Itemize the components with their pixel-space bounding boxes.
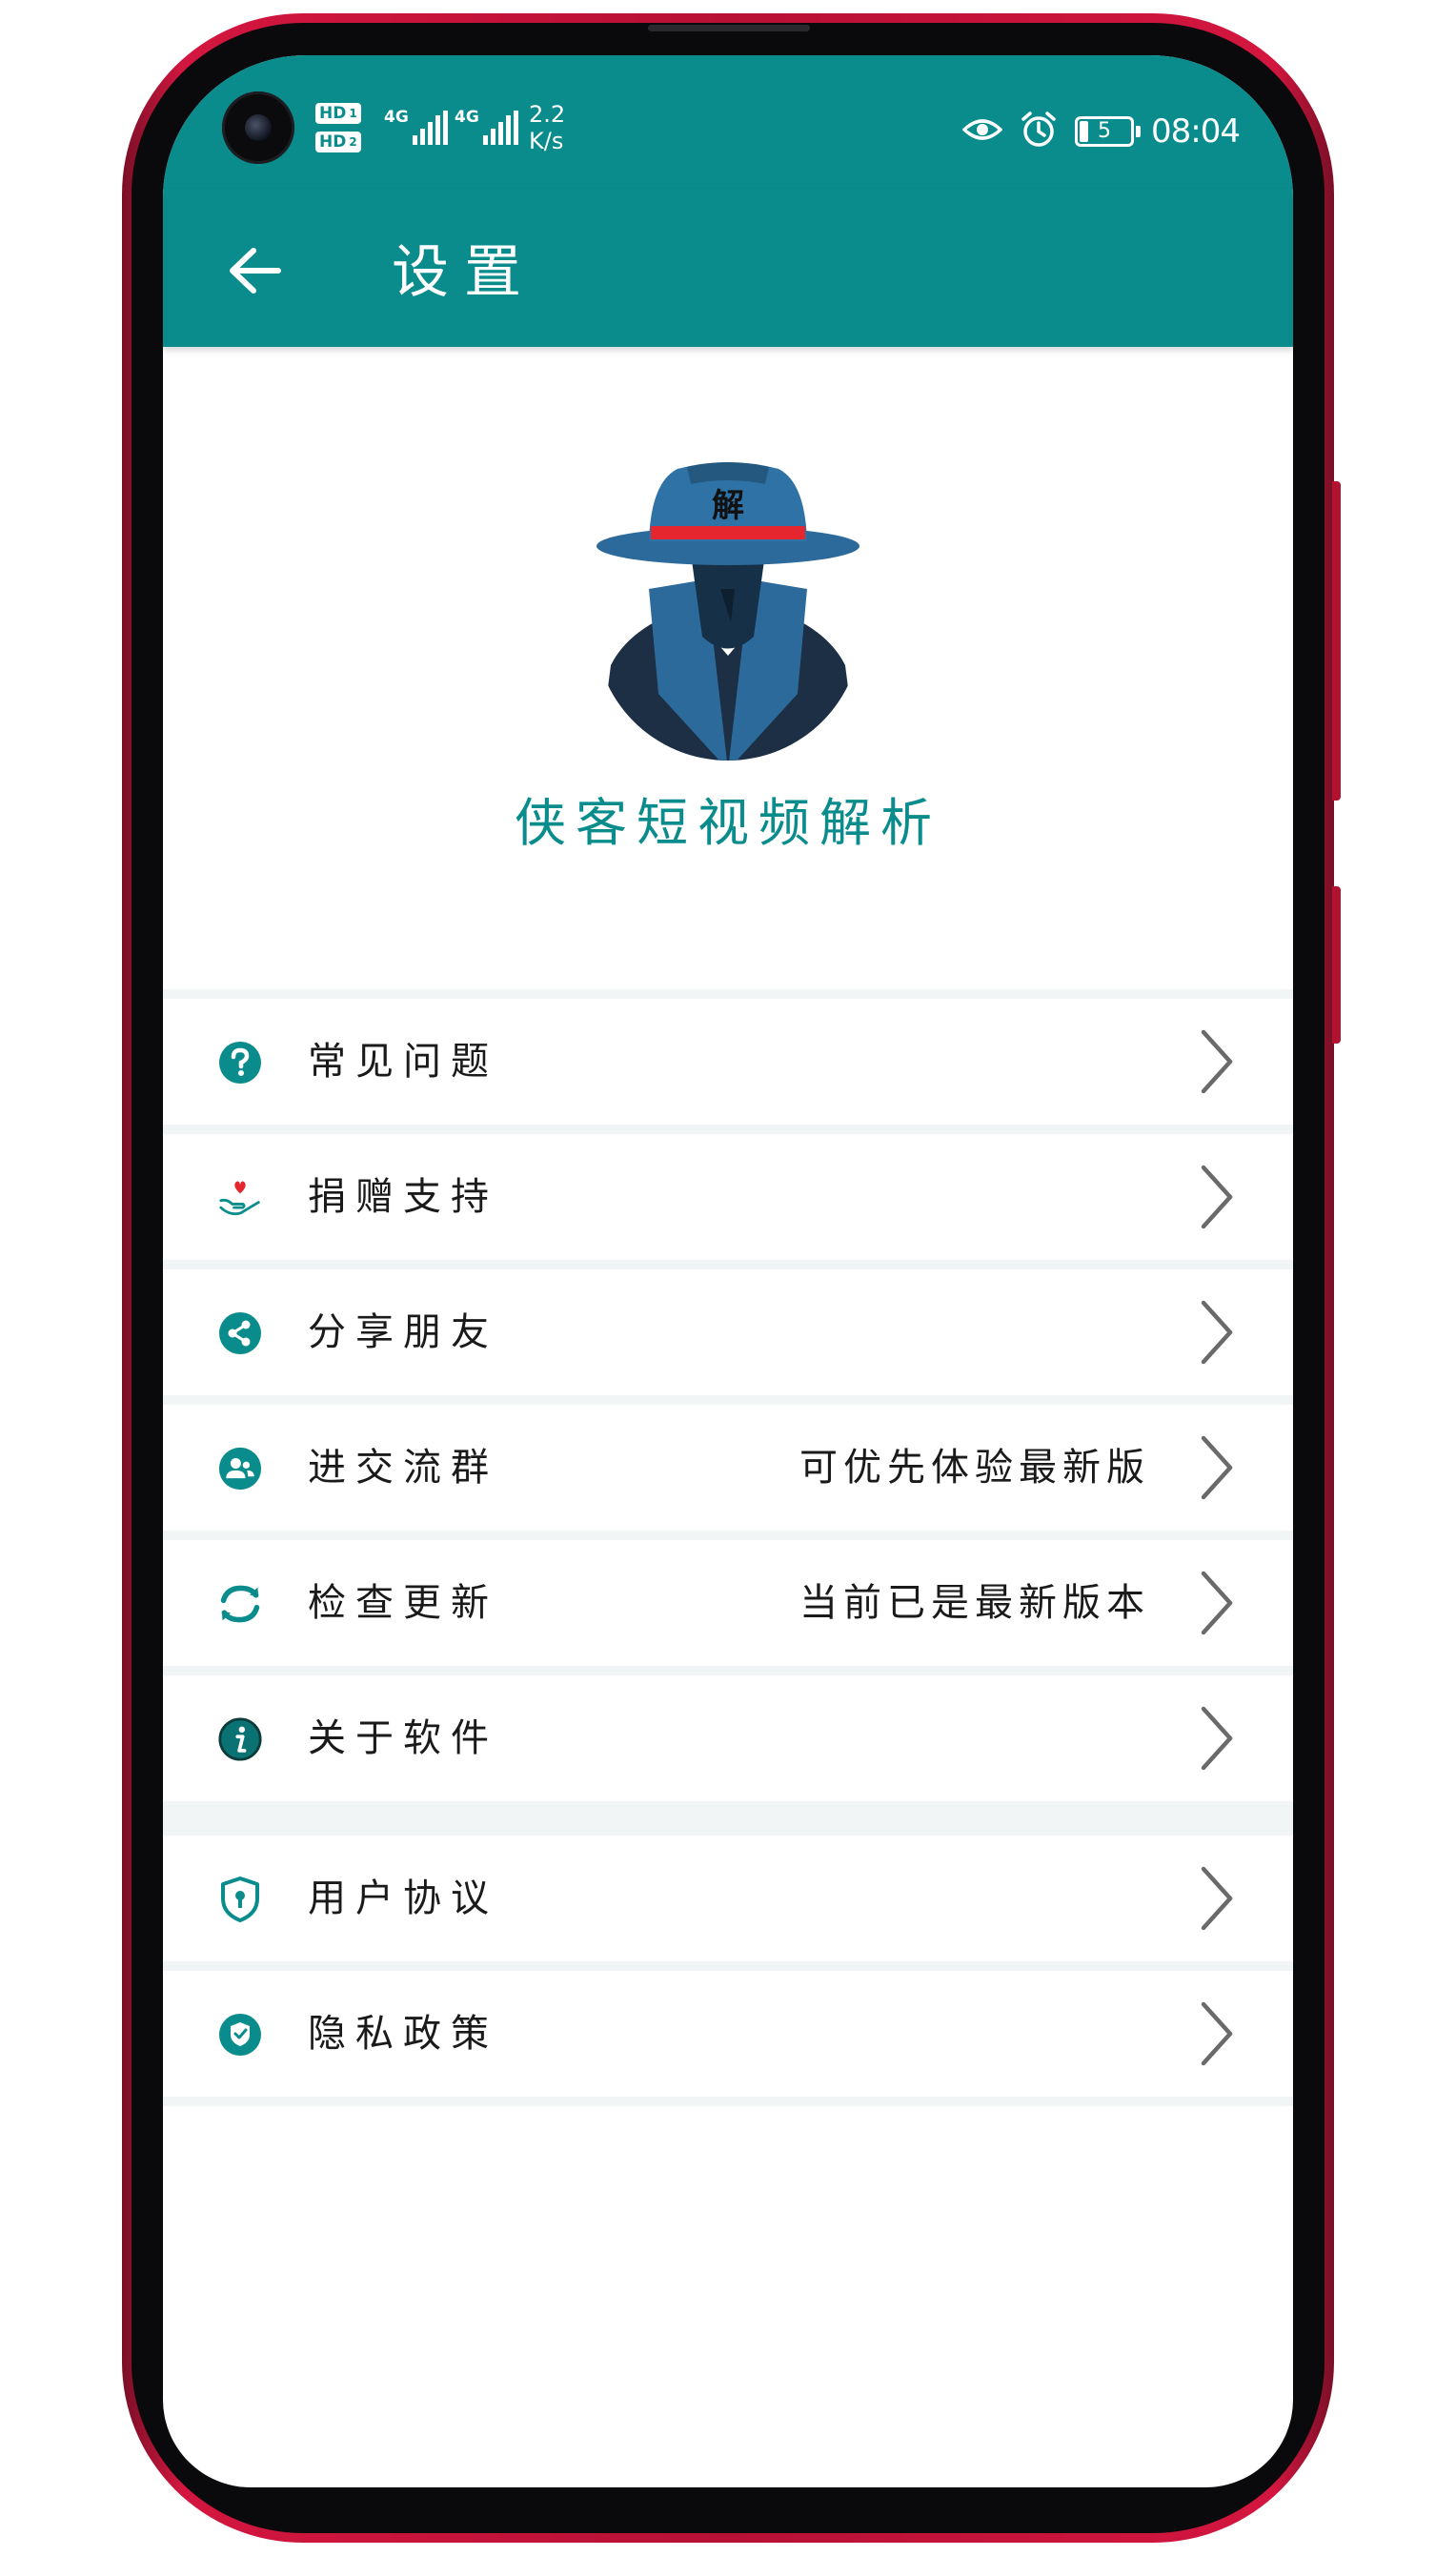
group-chat-icon <box>218 1447 262 1491</box>
power-key <box>1332 886 1341 1044</box>
heart-hand-icon <box>218 1176 262 1220</box>
chevron-right-icon <box>1190 1567 1244 1639</box>
settings-row-privacy-policy[interactable]: 隐私政策 <box>163 1971 1293 2097</box>
back-button[interactable] <box>220 238 289 307</box>
hd-badge-1: HD 1 <box>315 103 361 124</box>
divider <box>163 2097 1293 2106</box>
signal-bars-icon <box>412 111 448 145</box>
row-label: 隐私政策 <box>308 2012 498 2056</box>
row-label: 常见问题 <box>308 1040 498 1084</box>
status-right: 5 08:04 <box>961 111 1241 152</box>
volume-key <box>1332 481 1341 801</box>
status-bar: HD 1 HD 2 4G 4G 2.2 K/s 5 08:04 <box>163 55 1293 189</box>
signal-sim1: 4G <box>384 109 448 145</box>
app-logo: 解 <box>592 456 864 770</box>
hd-badge-2: HD 2 <box>315 132 361 152</box>
row-label: 检查更新 <box>308 1581 498 1625</box>
divider <box>163 1260 1293 1269</box>
network-type: 4G <box>384 108 409 127</box>
front-camera <box>222 91 294 164</box>
hd-label: HD <box>319 104 347 123</box>
sim-index: 1 <box>349 107 357 120</box>
page-title: 设置 <box>392 239 536 306</box>
settings-row-group-chat[interactable]: 进交流群 可优先体验最新版 <box>163 1405 1293 1531</box>
divider <box>163 989 1293 999</box>
settings-row-about[interactable]: 关于软件 <box>163 1675 1293 1801</box>
row-label: 进交流群 <box>308 1446 498 1490</box>
alarm-clock-icon <box>1020 111 1058 152</box>
arrow-left-icon <box>227 246 282 299</box>
network-speed: 2.2 K/s <box>529 101 565 154</box>
check-badge-icon <box>218 2013 262 2057</box>
sim-indicators: HD 1 HD 2 <box>315 103 361 152</box>
settings-row-check-update[interactable]: 检查更新 当前已是最新版本 <box>163 1540 1293 1666</box>
signal-bars-icon <box>482 111 518 145</box>
screen: HD 1 HD 2 4G 4G 2.2 K/s 5 08:04 设置 解 侠客短… <box>163 55 1293 2487</box>
status-time: 08:04 <box>1151 112 1241 151</box>
chevron-right-icon <box>1190 1998 1244 2070</box>
shield-keyhole-icon <box>218 1876 262 1922</box>
chevron-right-icon <box>1190 1702 1244 1775</box>
chevron-right-icon <box>1190 1161 1244 1233</box>
divider <box>163 1395 1293 1405</box>
row-value: 当前已是最新版本 <box>799 1581 1150 1625</box>
question-circle-icon <box>218 1041 262 1085</box>
settings-row-donate[interactable]: 捐赠支持 <box>163 1134 1293 1260</box>
divider <box>163 1666 1293 1675</box>
settings-row-faq[interactable]: 常见问题 <box>163 999 1293 1125</box>
row-label: 关于软件 <box>308 1716 498 1760</box>
battery-level: 5 <box>1098 119 1112 143</box>
speed-value: 2.2 <box>529 101 566 128</box>
settings-list: 常见问题 捐赠支持 分享朋友 进交流群 可优先体验最新版 检查更新 当前已是最新… <box>163 989 1293 2106</box>
sim-index: 2 <box>349 135 357 149</box>
settings-row-share[interactable]: 分享朋友 <box>163 1269 1293 1395</box>
info-icon <box>218 1717 262 1761</box>
row-value: 可优先体验最新版 <box>799 1446 1150 1490</box>
refresh-icon <box>218 1582 262 1626</box>
hd-label: HD <box>319 132 347 152</box>
group-divider <box>163 1801 1293 1836</box>
chevron-right-icon <box>1190 1862 1244 1935</box>
divider <box>163 1531 1293 1540</box>
battery-icon: 5 <box>1075 116 1142 147</box>
logo-badge-text: 解 <box>712 487 744 525</box>
app-name: 侠客短视频解析 <box>515 793 941 853</box>
settings-row-user-agreement[interactable]: 用户协议 <box>163 1836 1293 1961</box>
signal-sim2: 4G <box>455 109 518 145</box>
divider <box>163 1961 1293 1971</box>
chevron-right-icon <box>1190 1025 1244 1098</box>
row-label: 捐赠支持 <box>308 1175 498 1219</box>
chevron-right-icon <box>1190 1431 1244 1504</box>
eye-icon <box>961 115 1003 148</box>
row-label: 用户协议 <box>308 1876 498 1920</box>
chevron-right-icon <box>1190 1296 1244 1369</box>
share-icon <box>218 1311 262 1355</box>
speed-unit: K/s <box>529 128 564 154</box>
earpiece-speaker <box>648 25 810 31</box>
row-label: 分享朋友 <box>308 1310 498 1354</box>
divider <box>163 1125 1293 1134</box>
network-type: 4G <box>455 108 479 127</box>
app-bar: 设置 <box>163 189 1293 347</box>
